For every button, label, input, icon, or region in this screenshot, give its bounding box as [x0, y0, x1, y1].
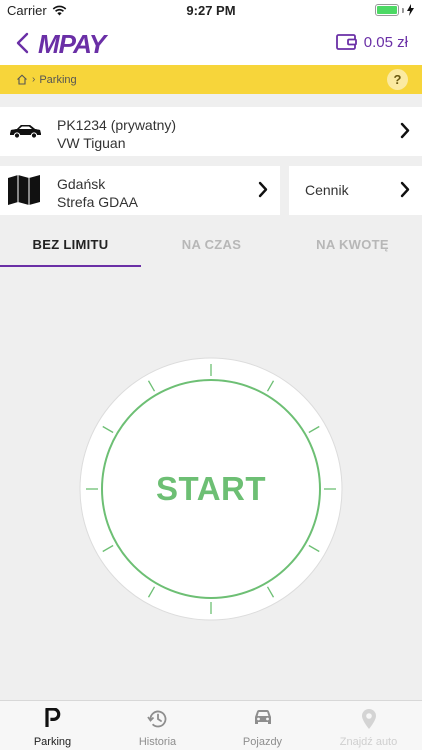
location-pin-icon: [361, 709, 376, 729]
tabbar-label: Znajdź auto: [339, 736, 398, 748]
tabbar-item-historia[interactable]: Historia: [105, 701, 210, 750]
back-button[interactable]: [10, 30, 34, 56]
wallet-icon: [335, 34, 357, 50]
breadcrumb-current: Parking: [39, 73, 77, 86]
parking-icon: [44, 708, 60, 727]
active-tab-indicator: [0, 265, 141, 267]
zone-name: Strefa GDAA: [57, 194, 138, 210]
vehicle-model: VW Tiguan: [57, 135, 126, 151]
chevron-right-icon: [400, 122, 410, 139]
zone-selector[interactable]: Gdańsk Strefa GDAA: [0, 166, 280, 215]
breadcrumb: › Parking ?: [0, 65, 422, 94]
vehicle-selector[interactable]: PK1234 (prywatny) VW Tiguan: [0, 107, 422, 156]
history-icon: [146, 710, 166, 728]
help-button[interactable]: ?: [387, 69, 408, 90]
tabbar-item-pojazdy[interactable]: Pojazdy: [210, 701, 315, 750]
bottom-tab-bar: Parking Historia Pojazdy Znajdź auto: [0, 700, 422, 750]
tabbar-item-znajdz-auto[interactable]: Znajdź auto: [315, 701, 422, 750]
tab-na-czas[interactable]: NA CZAS: [141, 222, 282, 267]
car-icon: [254, 710, 271, 724]
car-side-icon: [10, 125, 41, 139]
map-icon: [8, 175, 40, 205]
mpay-logo: MPAY: [38, 29, 106, 59]
breadcrumb-separator: ›: [32, 74, 36, 85]
chevron-right-icon: [400, 181, 410, 198]
tab-bez-limitu[interactable]: BEZ LIMITU: [0, 222, 141, 267]
vehicle-plate: PK1234 (prywatny): [57, 117, 177, 133]
chevron-right-icon: [258, 181, 268, 198]
clock: 9:27 PM: [186, 3, 236, 18]
nav-bar: MPAY 0.05 zł: [0, 22, 422, 65]
tariff-label: Cennik: [305, 182, 349, 198]
home-icon[interactable]: [16, 74, 28, 85]
battery-icon: [375, 4, 414, 16]
chevron-left-icon: [16, 32, 28, 54]
parking-mode-tabs: BEZ LIMITU NA CZAS NA KWOTĘ: [0, 222, 422, 267]
zone-city: Gdańsk: [57, 176, 106, 192]
tab-na-kwote[interactable]: NA KWOTĘ: [282, 222, 422, 267]
tariff-button[interactable]: Cennik: [289, 166, 422, 215]
wallet-balance[interactable]: 0.05 zł: [335, 33, 408, 51]
charging-bolt-icon: [407, 4, 414, 16]
tabbar-label: Parking: [33, 736, 72, 748]
start-button[interactable]: START: [79, 357, 343, 621]
tabbar-label: Pojazdy: [242, 736, 283, 748]
start-label: START: [155, 470, 267, 507]
tabbar-label: Historia: [138, 736, 177, 748]
tabbar-item-parking[interactable]: Parking: [0, 701, 105, 750]
balance-amount: 0.05 zł: [363, 33, 408, 51]
status-bar: Carrier 9:27 PM: [0, 0, 422, 22]
